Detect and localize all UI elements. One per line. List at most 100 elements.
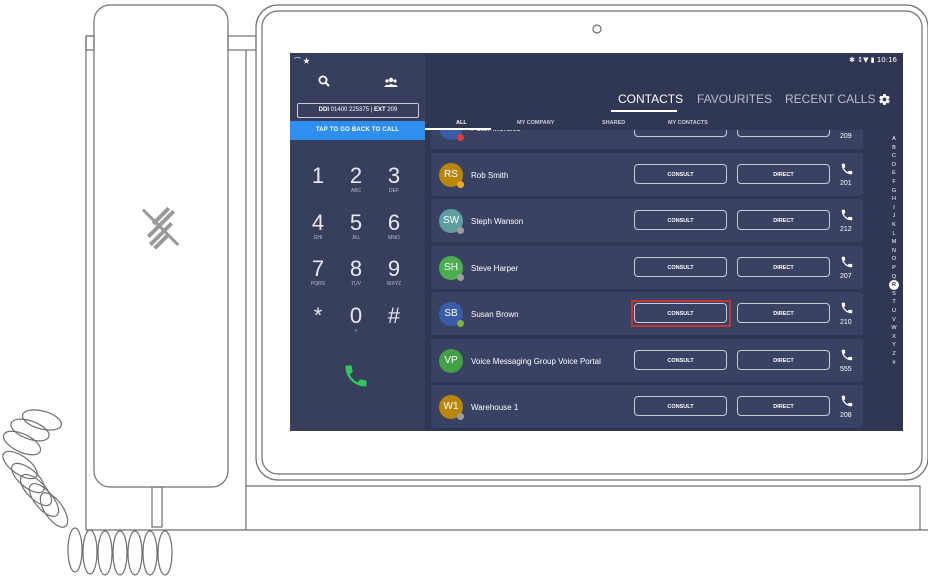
alphabet-letter[interactable]: T (889, 299, 899, 305)
tablet-screen: ⌒ ★ DDI 01400 225375 | EXT 209 TAP TO GO… (290, 53, 903, 431)
extension-number: 201 (840, 179, 852, 187)
key-letters: DEF (389, 188, 399, 194)
direct-button[interactable]: DIRECT (737, 130, 830, 137)
phone-icon[interactable] (840, 130, 854, 131)
contact-row[interactable]: SB Susan Brown CONSULT DIRECT 210 (431, 292, 863, 335)
phone-icon[interactable] (840, 255, 854, 271)
key-4[interactable]: 4 GHI (298, 210, 338, 242)
consult-button[interactable]: CONSULT (634, 349, 727, 370)
subtab-shared[interactable]: SHARED (602, 120, 625, 126)
alphabet-letter[interactable]: L (889, 231, 899, 237)
subtab-my-company[interactable]: MY COMPANY (517, 120, 554, 126)
alphabet-letter[interactable]: X (889, 334, 899, 340)
direct-button[interactable]: DIRECT (737, 163, 830, 184)
presence-indicator (457, 320, 464, 327)
search-icon[interactable] (318, 75, 330, 90)
contact-row[interactable]: RS Rob Smith CONSULT DIRECT 201 (431, 152, 863, 196)
key-0[interactable]: 0 + (336, 303, 376, 335)
key-digit: 8 (349, 256, 363, 281)
consult-button[interactable]: CONSULT (634, 396, 727, 416)
contact-name: Steph Wanson (471, 217, 524, 226)
direct-button[interactable]: DIRECT (737, 349, 830, 370)
phone-icon[interactable] (840, 301, 854, 317)
gear-icon[interactable] (878, 93, 891, 111)
phone-icon[interactable] (840, 394, 854, 410)
status-right-icons: ✱ ↕▼ ▮ 10:16 (849, 56, 897, 64)
direct-button[interactable]: DIRECT (737, 210, 830, 230)
alphabet-letter[interactable]: U (889, 308, 899, 314)
dialer-panel: ⌒ ★ DDI 01400 225375 | EXT 209 TAP TO GO… (290, 53, 425, 431)
alphabet-letter[interactable]: K (889, 222, 899, 228)
key-5[interactable]: 5 JKL (336, 212, 376, 242)
contact-row[interactable]: VP Voice Messaging Group Voice Portal CONS… (431, 338, 863, 382)
tab-recent-calls[interactable]: RECENT CALLS (785, 92, 875, 106)
key-7[interactable]: 7 PQRS (298, 256, 338, 288)
consult-button[interactable]: CONSULT (634, 210, 727, 230)
contact-row[interactable]: PMPeter MoralesCONSULTDIRECT209 (431, 130, 863, 149)
phone-icon[interactable] (840, 162, 854, 178)
key-2[interactable]: 2 ABC (336, 165, 376, 195)
ext-label: EXT (373, 107, 386, 113)
consult-button[interactable]: CONSULT (634, 163, 727, 184)
contact-row[interactable]: SH Steve Harper CONSULT DIRECT 207 (431, 245, 863, 289)
key-hash[interactable]: # (374, 305, 414, 328)
key-digit: * (313, 303, 323, 328)
key-1[interactable]: 1 (298, 165, 338, 188)
phone-icon[interactable] (840, 348, 854, 364)
alphabet-letter[interactable]: E (889, 170, 899, 176)
key-digit: 4 (311, 210, 325, 235)
alphabet-letter[interactable]: Z (889, 351, 899, 357)
key-6[interactable]: 6 MNO (374, 212, 414, 242)
subtab-all[interactable]: ALL (456, 120, 467, 126)
direct-button[interactable]: DIRECT (737, 303, 830, 323)
alphabet-letter[interactable]: Q (889, 274, 899, 280)
alphabet-letter[interactable]: H (889, 196, 899, 202)
alphabet-letter[interactable]: B (889, 145, 899, 151)
key-9[interactable]: 9 WXYZ (374, 258, 414, 288)
alphabet-letter[interactable]: I (889, 205, 899, 211)
key-3[interactable]: 3 DEF (374, 165, 414, 195)
direct-button[interactable]: DIRECT (737, 396, 830, 416)
key-star[interactable]: * (298, 305, 338, 328)
ddi-separator: | (370, 107, 373, 113)
subtab-my-contacts[interactable]: MY CONTACTS (668, 120, 708, 126)
alphabet-letter[interactable]: S (889, 291, 899, 297)
direct-button[interactable]: DIRECT (737, 256, 830, 277)
key-letters: TUV (351, 281, 361, 287)
tap-back-to-call-button[interactable]: TAP TO GO BACK TO CALL (290, 121, 425, 140)
alphabet-letter[interactable]: F (889, 179, 899, 185)
phone-icon[interactable] (342, 362, 370, 395)
alphabet-letter[interactable]: D (889, 162, 899, 168)
presence-indicator (457, 180, 464, 188)
key-8[interactable]: 8 TUV (336, 256, 376, 288)
alphabet-letter[interactable]: G (889, 188, 899, 194)
alphabet-letter[interactable]: J (889, 213, 899, 219)
ddi-number: 01400 225375 (330, 107, 370, 113)
contact-name: Warehouse 1 (471, 403, 519, 412)
avatar: VP (439, 348, 463, 373)
handset-outline (93, 4, 229, 488)
consult-button[interactable]: CONSULT (634, 130, 727, 137)
contact-row[interactable]: W1 Warehouse 1 CONSULT DIRECT 208 (431, 385, 863, 428)
alphabet-letter[interactable]: P (889, 265, 899, 271)
people-icon[interactable] (384, 76, 398, 90)
contacts-panel: ✱ ↕▼ ▮ 10:16 CONTACTS FAVOURITES RECENT … (425, 53, 903, 431)
alphabet-letter[interactable]: V (889, 317, 899, 323)
contact-row[interactable]: SW Steph Wanson CONSULT DIRECT 212 (431, 199, 863, 242)
key-digit: 7 (311, 256, 325, 281)
contact-name: Rob Smith (471, 170, 509, 180)
alphabet-letter[interactable]: W (889, 325, 899, 331)
key-digit: 0 (349, 303, 363, 328)
alphabet-letter[interactable]: C (889, 153, 899, 159)
tab-contacts[interactable]: CONTACTS (618, 92, 683, 106)
contact-name: Peter Morales (471, 130, 521, 133)
alphabet-letter[interactable]: A (889, 136, 899, 142)
phone-icon[interactable] (840, 208, 854, 224)
alphabet-letter[interactable]: O (889, 256, 899, 262)
alphabet-letter[interactable]: N (889, 248, 899, 254)
consult-button[interactable]: CONSULT (634, 256, 727, 277)
alphabet-letter[interactable]: M (889, 239, 899, 245)
alphabet-letter[interactable]: # (889, 360, 899, 366)
tab-favourites[interactable]: FAVOURITES (697, 92, 772, 106)
alphabet-letter[interactable]: Y (889, 342, 899, 348)
